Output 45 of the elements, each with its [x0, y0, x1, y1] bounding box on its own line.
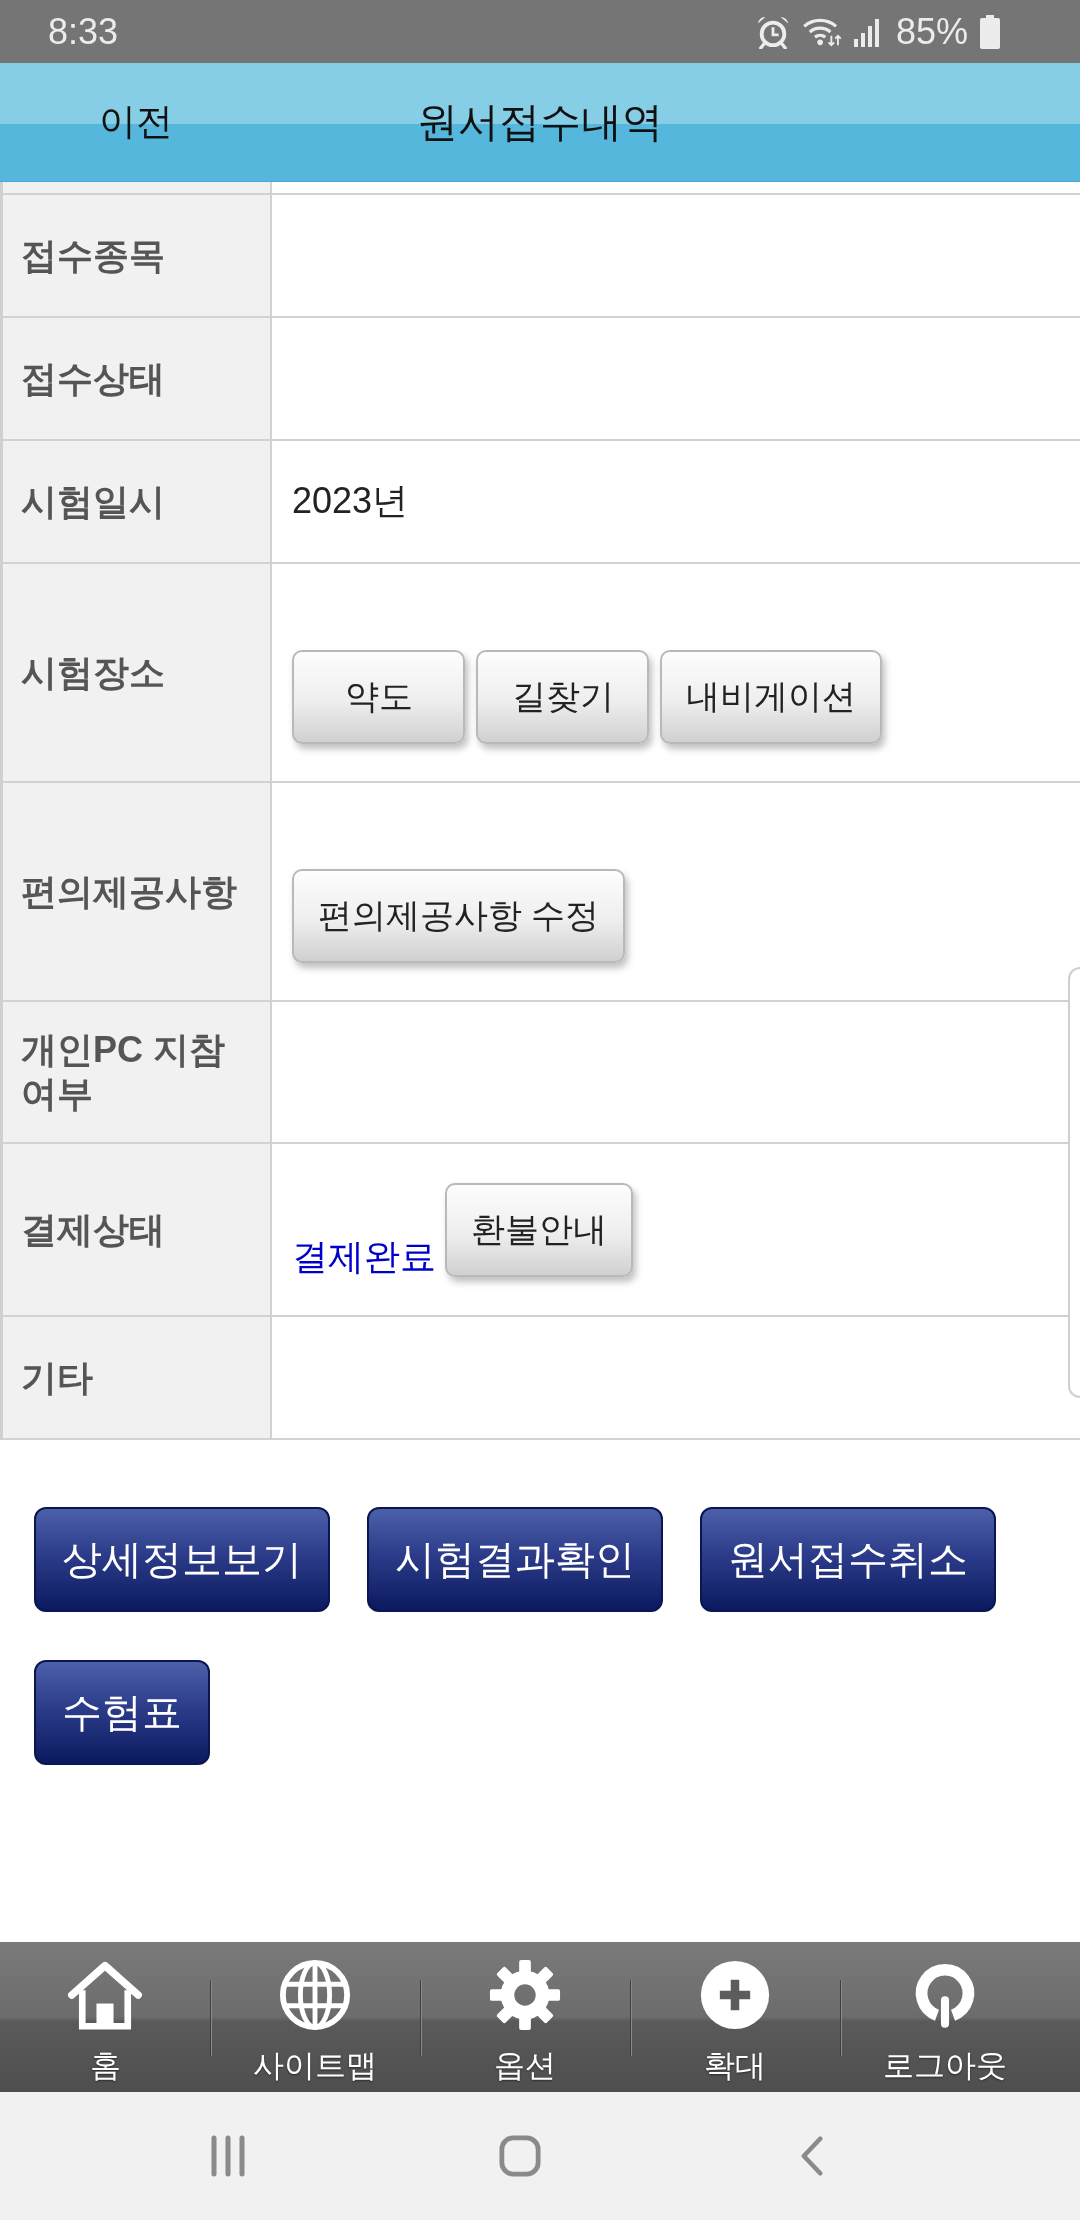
action-button[interactable]: 시험결과확인: [367, 1507, 663, 1612]
back-button[interactable]: 이전: [99, 97, 173, 147]
payment-status-text: 결제완료: [292, 1237, 436, 1277]
battery-percentage: 85%: [895, 10, 968, 53]
table-header-cell: 기타: [3, 1317, 272, 1438]
table-button[interactable]: 환불안내: [445, 1183, 633, 1277]
back-icon[interactable]: [800, 2136, 824, 2176]
plus-circle-icon: [699, 1959, 771, 2031]
status-time: 8:33: [48, 10, 120, 53]
signal-icon: [853, 16, 880, 47]
table-button[interactable]: 내비게이션: [660, 650, 882, 744]
table-header-cell: 접수종목: [3, 195, 272, 316]
home-button-icon[interactable]: [499, 2135, 541, 2177]
nav-label: 홈: [89, 2048, 121, 2084]
bottom-nav-item[interactable]: 확대: [630, 1942, 840, 2092]
nav-label: 옵션: [494, 2048, 556, 2084]
home-icon: [67, 1959, 143, 2031]
nav-label: 사이트맵: [253, 2048, 377, 2084]
bottom-nav-item[interactable]: 옵션: [420, 1942, 630, 2092]
table-header-cell: 접수상태: [3, 318, 272, 439]
nav-label: 로그아웃: [883, 2048, 1007, 2084]
page-title: 원서접수내역: [417, 97, 663, 147]
bottom-nav-item[interactable]: 사이트맵: [210, 1942, 420, 2092]
edge-panel-handle[interactable]: [1068, 967, 1080, 1398]
bottom-nav-item[interactable]: 로그아웃: [840, 1942, 1050, 2092]
action-button[interactable]: 원서접수취소: [700, 1507, 996, 1612]
action-button[interactable]: 수험표: [34, 1660, 210, 1765]
table-header-cell: 결제상태: [3, 1144, 272, 1315]
table-button[interactable]: 약도: [292, 650, 465, 744]
nav-label: 확대: [704, 2048, 766, 2084]
table-header-cell: 개인PC 지참 여부: [3, 1002, 272, 1142]
bottom-nav-item[interactable]: 홈: [0, 1942, 210, 2092]
table-cell-text: 2023년: [291, 479, 410, 523]
globe-icon: [278, 1958, 352, 2032]
table-header-cell: 시험장소: [3, 564, 272, 781]
table-button[interactable]: 길찾기: [476, 650, 649, 744]
action-button[interactable]: 상세정보보기: [34, 1507, 330, 1612]
alarm-clock-icon: [755, 14, 790, 49]
wifi-icon: [801, 16, 842, 47]
gear-icon: [488, 1958, 562, 2032]
table-button[interactable]: 편의제공사항 수정: [292, 869, 626, 963]
table-header-cell: 시험일시: [3, 441, 272, 562]
battery-icon: [980, 14, 1000, 49]
table-header-cell: 편의제공사항: [3, 783, 272, 1000]
recent-apps-icon[interactable]: [210, 2135, 246, 2177]
